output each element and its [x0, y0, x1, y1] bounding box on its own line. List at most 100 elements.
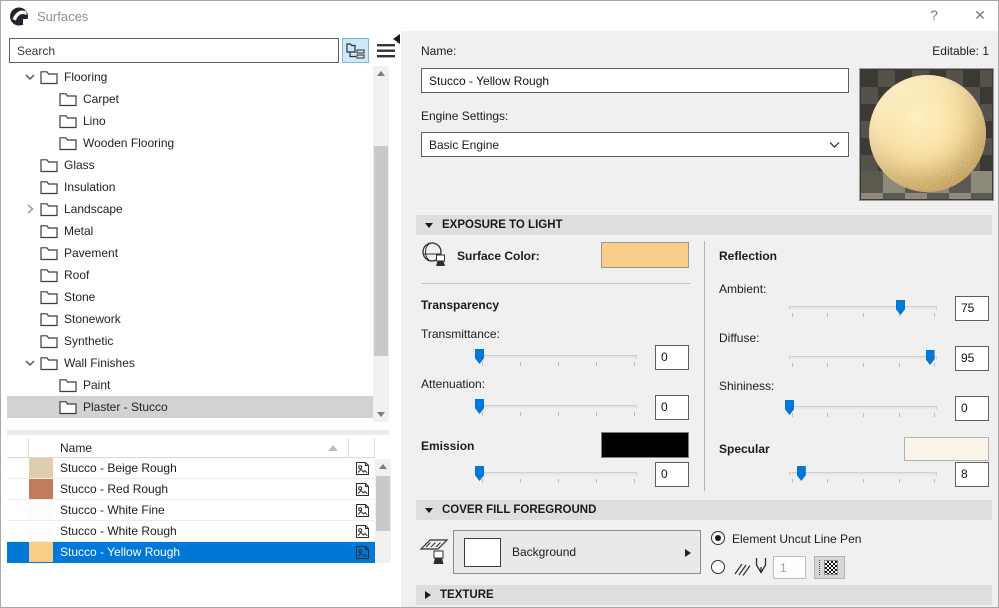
surface-color-chip	[29, 458, 53, 478]
attenuation-value-input[interactable]	[655, 395, 689, 420]
specular-slider[interactable]	[789, 464, 937, 484]
folder-icon	[59, 400, 77, 415]
tree-item-synthetic[interactable]: Synthetic	[7, 330, 373, 352]
tree-item-pavement[interactable]: Pavement	[7, 242, 373, 264]
section-texture[interactable]: TEXTURE	[416, 585, 992, 605]
tree-item-stone[interactable]: Stone	[7, 286, 373, 308]
pen-number-input[interactable]	[773, 556, 806, 579]
list-item-stucco-beige-rough[interactable]: Stucco - Beige Rough	[7, 458, 375, 479]
preview-image-icon	[349, 545, 375, 560]
chevron-down-icon	[829, 141, 840, 149]
transmittance-slider[interactable]	[479, 347, 637, 367]
surfaces-dialog: Surfaces ? ✕ Flooring Carpet LinoWooden Fl…	[0, 0, 999, 608]
panel-splitter[interactable]	[7, 430, 389, 435]
tree-item-wooden-flooring[interactable]: Wooden Flooring	[7, 132, 373, 154]
tree-item-landscape[interactable]: Landscape	[7, 198, 373, 220]
surface-name-input[interactable]	[421, 68, 849, 93]
shininess-value-input[interactable]	[955, 396, 989, 421]
preview-sphere	[869, 75, 986, 192]
slider-track[interactable]	[479, 472, 637, 476]
tree-item-plaster-stucco[interactable]: Plaster - Stucco	[7, 396, 373, 418]
list-item-stucco-white-fine[interactable]: Stucco - White Fine	[7, 500, 375, 521]
list-item-stucco-yellow-rough[interactable]: Stucco - Yellow Rough	[7, 542, 375, 563]
pen-color-button[interactable]	[814, 556, 845, 579]
shininess-slider[interactable]	[789, 398, 937, 418]
surface-color-chip	[29, 521, 53, 541]
slider-track[interactable]	[479, 405, 637, 409]
tree-view-toggle-button[interactable]	[342, 38, 369, 63]
tree-scrollbar[interactable]	[373, 66, 389, 422]
fill-value: Background	[512, 545, 576, 559]
scroll-up-icon[interactable]	[375, 459, 391, 474]
tree-item-flooring[interactable]: Flooring	[7, 66, 373, 88]
element-uncut-line-pen-label: Element Uncut Line Pen	[732, 532, 861, 546]
tree-item-carpet[interactable]: Carpet	[7, 88, 373, 110]
slider-thumb[interactable]	[797, 466, 806, 481]
list-scrollbar-thumb[interactable]	[376, 476, 390, 531]
ambient-slider[interactable]	[789, 298, 937, 318]
surface-color-swatch[interactable]	[601, 242, 689, 268]
attenuation-label: Attenuation:	[421, 377, 485, 391]
scroll-down-icon[interactable]	[373, 407, 389, 422]
tree-item-label: Carpet	[83, 92, 119, 106]
slider-track[interactable]	[789, 406, 937, 410]
help-button[interactable]: ?	[919, 7, 949, 27]
section-collapsed-icon	[425, 591, 431, 599]
tree-item-wall-finishes[interactable]: Wall Finishes	[7, 352, 373, 374]
tree-item-metal[interactable]: Metal	[7, 220, 373, 242]
cover-fill-icon	[419, 538, 449, 566]
tree-item-paint[interactable]: Paint	[7, 374, 373, 396]
folder-icon	[40, 334, 58, 349]
engine-settings-select[interactable]: Basic Engine	[421, 132, 849, 157]
transmittance-label: Transmittance:	[421, 327, 500, 341]
hatch-lines-icon	[733, 561, 751, 576]
specular-value-input[interactable]	[955, 462, 989, 487]
chevron-down-icon[interactable]	[23, 70, 37, 84]
diffuse-slider[interactable]	[789, 348, 937, 368]
tree-item-roof[interactable]: Roof	[7, 264, 373, 286]
section-exposure-to-light[interactable]: EXPOSURE TO LIGHT	[416, 215, 992, 235]
list-scrollbar[interactable]	[375, 459, 391, 563]
scroll-up-icon[interactable]	[373, 66, 389, 81]
custom-pen-radio[interactable]	[711, 560, 725, 574]
emission-slider[interactable]	[479, 464, 637, 484]
list-item-stucco-white-rough[interactable]: Stucco - White Rough	[7, 521, 375, 542]
element-uncut-line-pen-radio[interactable]	[711, 531, 725, 545]
list-header-name[interactable]: Name	[53, 438, 349, 457]
folder-icon	[40, 246, 58, 261]
list-header-row[interactable]: Name	[7, 438, 375, 458]
slider-track[interactable]	[789, 306, 937, 310]
specular-color-swatch[interactable]	[904, 437, 989, 461]
emission-color-swatch[interactable]	[601, 432, 689, 458]
window-title: Surfaces	[37, 9, 88, 24]
search-input[interactable]	[9, 38, 339, 63]
tree-item-glass[interactable]: Glass	[7, 154, 373, 176]
folder-icon	[40, 268, 58, 283]
expander-spacer	[23, 246, 37, 260]
column-divider	[704, 241, 705, 491]
chevron-right-icon[interactable]	[23, 202, 37, 216]
tree-scrollbar-thumb[interactable]	[374, 146, 388, 356]
row-spacer	[7, 542, 29, 562]
cover-fill-dropdown[interactable]: Background	[453, 530, 701, 574]
collapse-panel-arrow-icon[interactable]	[393, 34, 400, 44]
slider-track[interactable]	[789, 472, 937, 476]
section-cover-fill-foreground[interactable]: COVER FILL FOREGROUND	[416, 500, 992, 520]
diffuse-value-input[interactable]	[955, 346, 989, 371]
slider-track[interactable]	[479, 355, 637, 359]
tree-item-stonework[interactable]: Stonework	[7, 308, 373, 330]
list-item-stucco-red-rough[interactable]: Stucco - Red Rough	[7, 479, 375, 500]
transmittance-value-input[interactable]	[655, 345, 689, 370]
tree-item-lino[interactable]: Lino	[7, 110, 373, 132]
slider-thumb[interactable]	[896, 300, 905, 315]
sort-ascending-icon[interactable]	[328, 445, 338, 451]
tree-item-insulation[interactable]: Insulation	[7, 176, 373, 198]
emission-value-input[interactable]	[655, 462, 689, 487]
slider-track[interactable]	[789, 356, 937, 360]
row-spacer	[7, 479, 29, 499]
attenuation-slider[interactable]	[479, 397, 637, 417]
ambient-value-input[interactable]	[955, 296, 989, 321]
chevron-down-icon[interactable]	[23, 356, 37, 370]
close-button[interactable]: ✕	[965, 7, 995, 27]
expander-spacer	[23, 158, 37, 172]
